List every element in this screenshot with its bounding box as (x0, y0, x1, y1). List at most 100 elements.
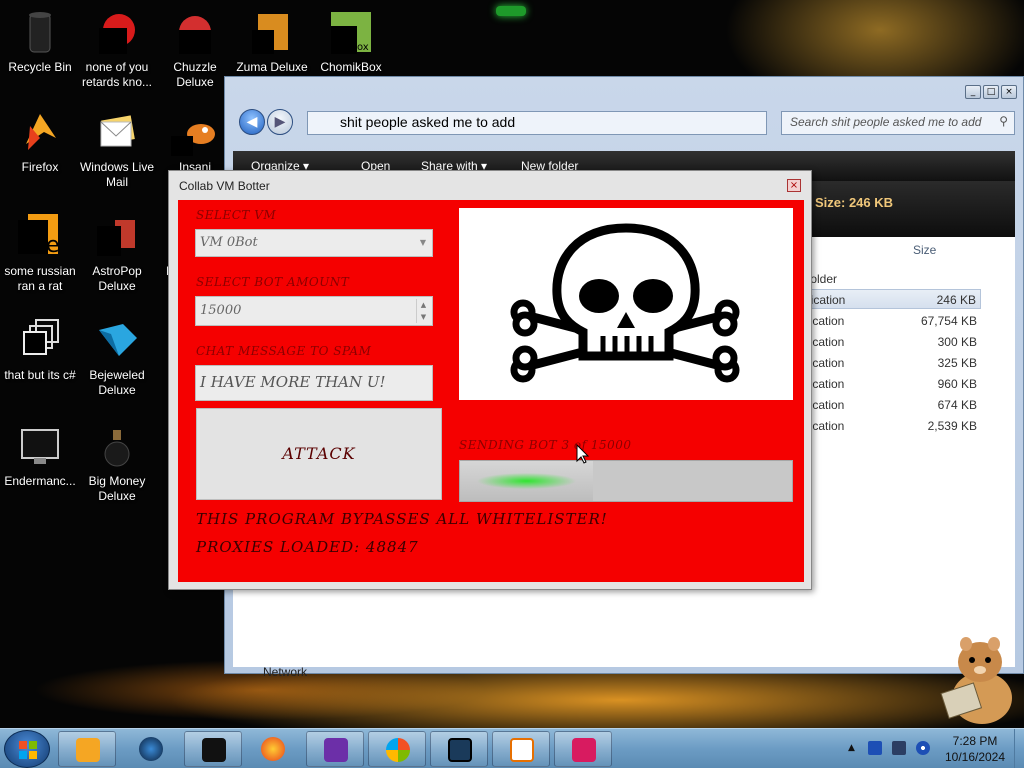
tray-clock[interactable]: 7:28 PM 10/16/2024 (940, 733, 1010, 765)
list-item[interactable]: lication 300 KB (801, 332, 981, 352)
desktop-icon-label: Big Money Deluxe (88, 474, 146, 503)
window-stack-icon (16, 316, 64, 364)
taskbar-window-app[interactable] (430, 731, 488, 767)
close-button[interactable]: × (1001, 85, 1017, 99)
desktop-icon-windows-live-mail[interactable]: Windows Live Mail (77, 108, 157, 190)
chuzzle-icon (171, 8, 219, 56)
zuma-icon (248, 8, 296, 56)
minimize-button[interactable]: _ (965, 85, 981, 99)
select-vm-dropdown[interactable]: VM 0Bot ▼ (195, 229, 433, 257)
desktop-icon-label: none of you retards kno... (81, 60, 153, 89)
chat-message-label: CHAT MESSAGE TO SPAM (196, 344, 372, 358)
bot-amount-stepper[interactable]: 15000 ▲ ▼ (195, 296, 433, 326)
tray-network-icon[interactable] (868, 741, 882, 755)
bot-amount-label: SELECT BOT AMOUNT (196, 275, 350, 289)
skull-crossbones-icon (510, 223, 740, 383)
wallpaper-glow (496, 6, 526, 16)
address-bar[interactable]: shit people asked me to add ▼ (307, 111, 950, 135)
desktop-icon-label: some russian ran a rat (4, 264, 76, 293)
list-item[interactable]: lication 325 KB (801, 353, 981, 373)
maximize-button[interactable]: □ (983, 85, 999, 99)
firefox-icon (16, 108, 64, 156)
file-type: lication (807, 356, 845, 370)
list-item[interactable]: lication 246 KB (801, 289, 981, 309)
search-input[interactable]: Search shit people asked me to add ⚲ (781, 111, 1015, 135)
red-swirl-icon (93, 8, 141, 56)
taskbar-browser-globe[interactable] (122, 731, 180, 767)
desktop-icon-insaniquarium[interactable]: Insani (155, 108, 235, 175)
attack-button[interactable]: ATTACK (196, 408, 442, 500)
list-item[interactable]: lication 67,754 KB (801, 311, 981, 331)
list-item[interactable]: lication 2,539 KB (801, 416, 981, 436)
desktop-icon-recycle-bin[interactable]: Recycle Bin (0, 8, 80, 75)
desktop-icon-label: ChomikBox (320, 60, 382, 74)
file-size: 325 KB (937, 356, 977, 370)
chat-message-input[interactable]: I HAVE MORE THAN U! (195, 365, 433, 401)
taskbar-paint-app[interactable] (554, 731, 612, 767)
desktop-icon-zuma[interactable]: Zuma Deluxe (232, 8, 312, 75)
start-button[interactable] (4, 730, 50, 768)
monitor-icon (16, 422, 64, 470)
desktop-icon-chomikbox[interactable]: ox ChomikBox (311, 8, 391, 75)
clock-date: 10/16/2024 (944, 750, 1006, 764)
recycle-bin-icon (16, 8, 64, 56)
mail-icon (93, 108, 141, 156)
desktop-icon-firefox[interactable]: Firefox (0, 108, 80, 175)
taskbar-firefox[interactable] (244, 731, 302, 767)
desktop-icon-endermanch[interactable]: Endermanc... (0, 422, 80, 489)
details-size: Size: 246 KB (815, 195, 894, 210)
skull-image (459, 208, 793, 400)
tray-monitor-icon[interactable] (892, 741, 906, 755)
list-item[interactable]: lication 960 KB (801, 374, 981, 394)
botter-client-area: SELECT VM VM 0Bot ▼ SELECT BOT AMOUNT 15… (178, 200, 804, 582)
column-size[interactable]: Size (913, 243, 936, 257)
nav-network[interactable]: Network (263, 665, 307, 679)
desktop-icon-label: Firefox (21, 160, 59, 174)
file-size: 246 KB (936, 293, 976, 307)
desktop-icon-none-of-you[interactable]: none of you retards kno... (77, 8, 157, 90)
media-player-icon (76, 738, 100, 762)
botter-window[interactable]: Collab VM Botter × SELECT VM VM 0Bot ▼ S… (168, 170, 812, 590)
file-type: lication (807, 335, 845, 349)
visual-studio-icon (324, 738, 348, 762)
stepper-buttons: ▲ ▼ (416, 299, 430, 323)
taskbar-windows-xp[interactable] (368, 731, 426, 767)
taskbar-java[interactable] (492, 731, 550, 767)
svg-text:ox: ox (357, 42, 369, 53)
file-size: 67,754 KB (920, 314, 977, 328)
back-button[interactable]: ◀ (239, 109, 265, 135)
search-placeholder: Search shit people asked me to add (790, 115, 982, 129)
file-type: lication (807, 419, 845, 433)
list-item[interactable]: lication 674 KB (801, 395, 981, 415)
terminal-icon (202, 738, 226, 762)
nav-network-label: Network (263, 665, 308, 679)
windows-logo-icon (19, 741, 37, 759)
desktop-icon-big-money[interactable]: Big Money Deluxe (77, 422, 157, 504)
search-icon[interactable]: ⚲ (999, 114, 1008, 128)
close-button[interactable]: × (787, 179, 801, 192)
desktop-icon-label: Recycle Bin (8, 60, 72, 74)
forward-button[interactable]: ▶ (267, 109, 293, 135)
desktop-icon-some-russian[interactable]: e some russian ran a rat (0, 212, 80, 294)
desktop-icon-label: Chuzzle Deluxe (173, 60, 217, 89)
desktop-icon-chuzzle[interactable]: Chuzzle Deluxe (155, 8, 235, 90)
gem-icon (93, 316, 141, 364)
tray-volume-icon[interactable] (916, 741, 930, 755)
stepper-up-icon[interactable]: ▲ (417, 299, 430, 311)
desktop-icon-that-but-its-cs[interactable]: that but its c# (0, 316, 80, 383)
paint-app-icon (572, 738, 596, 762)
proxies-text: PROXIES LOADED: 48847 (196, 538, 419, 556)
list-item[interactable]: folder (801, 269, 981, 289)
taskbar-visual-studio[interactable] (306, 731, 364, 767)
show-desktop-button[interactable] (1014, 729, 1024, 768)
file-size: 2,539 KB (927, 419, 977, 433)
clock-time: 7:28 PM (952, 734, 998, 748)
tray-expand-icon[interactable]: ▲ (848, 743, 855, 753)
taskbar-terminal[interactable] (184, 731, 242, 767)
taskbar-media-player[interactable] (58, 731, 116, 767)
astropop-icon (93, 212, 141, 260)
stepper-down-icon[interactable]: ▼ (417, 311, 430, 323)
chomikbox-icon: ox (327, 8, 375, 56)
chevron-down-icon: ▼ (419, 238, 426, 247)
desktop-icon-label: Windows Live Mail (79, 160, 155, 189)
